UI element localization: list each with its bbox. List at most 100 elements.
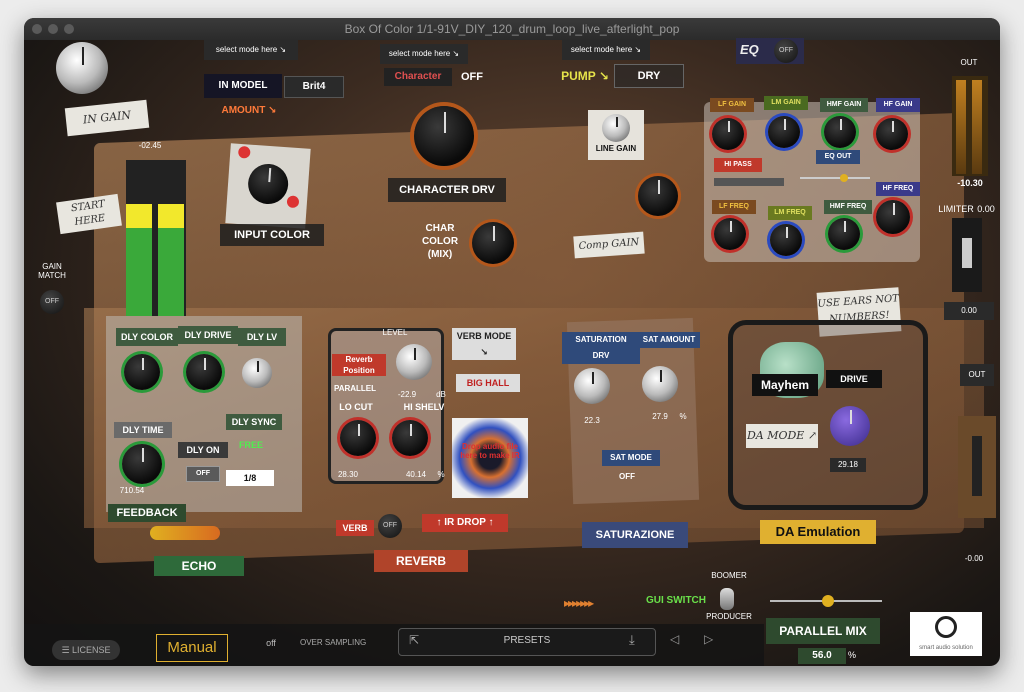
dly-time-value: 710.54 bbox=[119, 486, 145, 495]
zoom-window-button[interactable] bbox=[64, 24, 74, 34]
limiter-slider-thumb[interactable] bbox=[962, 238, 972, 268]
dly-color-label: DLY COLOR bbox=[116, 328, 178, 346]
mayhem-label: Mayhem bbox=[752, 374, 818, 396]
manual-button[interactable]: Manual bbox=[156, 634, 228, 662]
presets-label: PRESETS bbox=[503, 635, 551, 646]
in-gain-knob[interactable] bbox=[56, 42, 108, 94]
presets-bar[interactable]: ⇱ PRESETS ⤓ bbox=[398, 628, 656, 656]
in-model-dropdown[interactable]: Brit4 bbox=[284, 76, 344, 98]
red-pin-icon bbox=[286, 195, 300, 209]
hf-freq-label: HF FREQ bbox=[876, 182, 920, 196]
oversampling-label: OVER SAMPLING bbox=[300, 638, 367, 647]
dly-sync-dropdown[interactable]: 1/8 bbox=[226, 470, 274, 486]
reverb-level-label: LEVEL bbox=[382, 328, 408, 337]
hi-shelv-knob[interactable] bbox=[392, 420, 428, 456]
reverb-level-value: -22.9 bbox=[397, 390, 417, 399]
dly-drive-knob[interactable] bbox=[186, 354, 222, 390]
dly-sync-label: DLY SYNC bbox=[226, 414, 282, 430]
limiter-label: LIMITER bbox=[938, 204, 974, 214]
out-fader-thumb[interactable] bbox=[972, 436, 982, 496]
verb-mode-label: VERB MODE ↘ bbox=[452, 328, 516, 360]
eq-out-slider[interactable] bbox=[800, 174, 870, 182]
lo-cut-value: 28.30 bbox=[337, 470, 359, 479]
out2-value: -0.00 bbox=[964, 554, 984, 563]
sat-amount-knob[interactable] bbox=[642, 366, 678, 402]
character-mode-value[interactable]: OFF bbox=[448, 68, 496, 86]
echo-section-label: ECHO bbox=[154, 556, 244, 576]
limiter-value: 0.00 bbox=[977, 204, 995, 214]
dly-on-toggle[interactable]: OFF bbox=[186, 466, 220, 482]
out-label: OUT bbox=[960, 58, 978, 67]
out2-label: OUT bbox=[960, 364, 994, 386]
hi-pass-slider[interactable] bbox=[714, 178, 784, 186]
reverb-position-label: Reverb Position bbox=[332, 354, 386, 376]
pump-mode-value[interactable]: DRY bbox=[614, 64, 684, 88]
red-pin-icon bbox=[237, 145, 251, 159]
dly-lv-knob[interactable] bbox=[242, 358, 272, 388]
lo-cut-knob[interactable] bbox=[340, 420, 376, 456]
boomer-producer-switch[interactable] bbox=[720, 588, 734, 610]
char-color-mix-knob[interactable] bbox=[472, 222, 514, 264]
title-bar: Box Of Color 1/1-91V_DIY_120_drum_loop_l… bbox=[24, 18, 1000, 40]
limiter-slider[interactable] bbox=[952, 218, 982, 292]
next-preset-icon[interactable]: ▷ bbox=[704, 632, 713, 646]
reverb-position-value[interactable]: PARALLEL bbox=[332, 384, 378, 393]
sat-mode-value[interactable]: OFF bbox=[614, 472, 640, 481]
comp-gain-knob[interactable] bbox=[638, 176, 678, 216]
hi-shelv-label: HI SHELV bbox=[403, 402, 445, 412]
out-fader[interactable] bbox=[958, 416, 996, 518]
line-gain-knob[interactable] bbox=[602, 114, 630, 142]
line-gain-label: LINE GAIN bbox=[595, 144, 637, 153]
logo-icon bbox=[935, 616, 957, 638]
lm-gain-knob[interactable] bbox=[768, 116, 800, 148]
eq-toggle[interactable]: OFF bbox=[774, 39, 798, 63]
minimize-window-button[interactable] bbox=[48, 24, 58, 34]
dly-sync-free[interactable]: FREE bbox=[232, 438, 270, 452]
feedback-slider[interactable] bbox=[150, 526, 220, 540]
lf-gain-knob[interactable] bbox=[712, 118, 744, 150]
in-model-label: IN MODEL bbox=[204, 74, 282, 98]
saturazione-section-label: SATURAZIONE bbox=[582, 522, 688, 548]
reverb-section-label: REVERB bbox=[374, 550, 468, 572]
lf-freq-knob[interactable] bbox=[714, 218, 746, 250]
lm-freq-knob[interactable] bbox=[770, 224, 802, 256]
character-drv-knob[interactable] bbox=[414, 106, 474, 166]
gain-match-toggle[interactable]: OFF bbox=[40, 290, 64, 314]
hmf-gain-knob[interactable] bbox=[824, 116, 856, 148]
lf-gain-label: LF GAIN bbox=[710, 98, 754, 112]
oversampling-toggle[interactable]: off bbox=[258, 636, 284, 650]
input-color-knob[interactable] bbox=[246, 162, 290, 206]
parallel-mix-label: PARALLEL MIX bbox=[766, 618, 880, 644]
download-icon[interactable]: ⤓ bbox=[629, 632, 635, 648]
model-select-hint: select mode here ↘ bbox=[204, 40, 298, 60]
gui-switch-label[interactable]: GUI SWITCH bbox=[642, 594, 710, 608]
eq-header: EQ OFF bbox=[736, 38, 804, 64]
reverb-level-knob[interactable] bbox=[396, 344, 432, 380]
ir-drop-zone[interactable]: Drop audio file here to make IR bbox=[452, 418, 528, 498]
saturation-drv-label: SATURATION DRV bbox=[562, 332, 640, 364]
dly-time-knob[interactable] bbox=[122, 444, 162, 484]
line-gain-card: LINE GAIN bbox=[588, 110, 644, 160]
license-label: LICENSE bbox=[72, 645, 111, 655]
eq-out-slider-thumb[interactable] bbox=[840, 174, 848, 182]
limiter-readout: 0.00 bbox=[944, 302, 994, 320]
verb-toggle[interactable]: OFF bbox=[378, 514, 402, 538]
pump-select-hint: select mode here ↘ bbox=[562, 40, 650, 60]
prev-preset-icon[interactable]: ◁ bbox=[670, 632, 679, 646]
hmf-freq-knob[interactable] bbox=[828, 218, 860, 250]
verb-mode-dropdown[interactable]: BIG HALL bbox=[456, 374, 520, 392]
hf-gain-knob[interactable] bbox=[876, 118, 908, 150]
close-window-button[interactable] bbox=[32, 24, 42, 34]
da-drive-knob[interactable] bbox=[830, 406, 870, 446]
pump-label: PUMP ↘ bbox=[561, 69, 609, 83]
window-title: Box Of Color 1/1-91V_DIY_120_drum_loop_l… bbox=[344, 22, 680, 36]
license-button[interactable]: ☰ LICENSE bbox=[52, 640, 120, 660]
parallel-mix-slider-thumb[interactable] bbox=[822, 595, 834, 607]
hmf-gain-label: HMF GAIN bbox=[820, 98, 868, 112]
hf-freq-knob[interactable] bbox=[876, 200, 910, 234]
out-meter-right bbox=[972, 80, 982, 174]
parallel-mix-slider[interactable] bbox=[770, 595, 882, 607]
saturation-drv-knob[interactable] bbox=[574, 368, 610, 404]
dly-color-knob[interactable] bbox=[124, 354, 160, 390]
lm-freq-label: LM FREQ bbox=[768, 206, 812, 220]
